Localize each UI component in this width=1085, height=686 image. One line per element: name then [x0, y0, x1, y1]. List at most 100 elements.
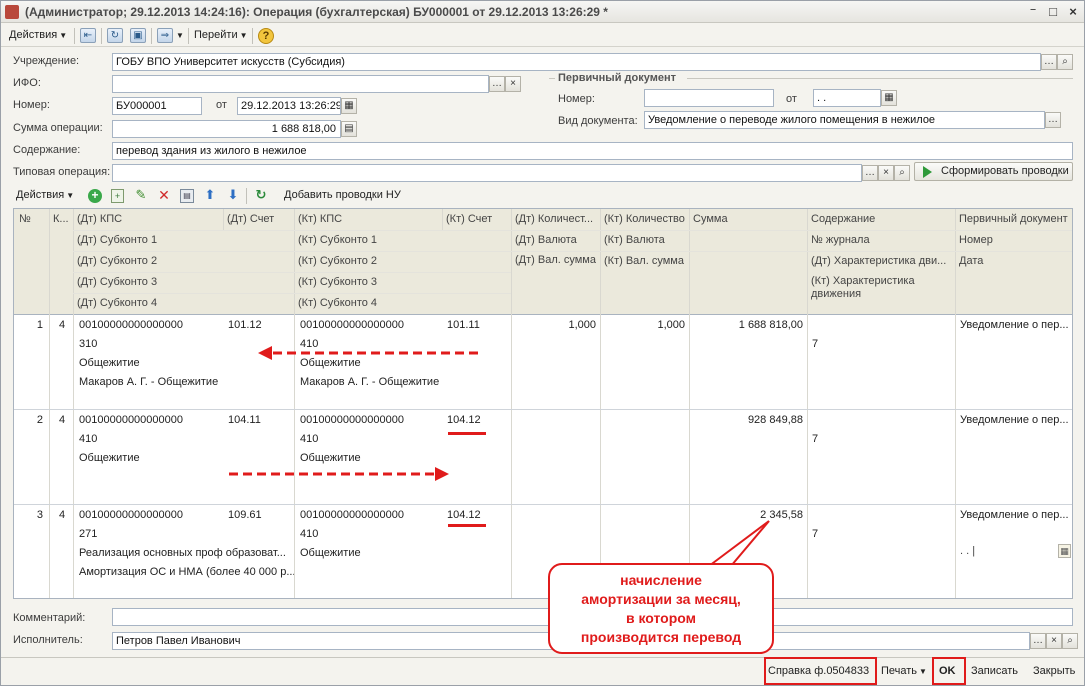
col-header-kt-sub2[interactable]: (Кт) Субконто 2 — [295, 251, 511, 271]
col-header-journal[interactable]: № журнала — [808, 230, 955, 250]
col-header-kt-quantity[interactable]: (Кт) Количество — [601, 209, 689, 229]
primary-doc-number-field[interactable] — [644, 89, 774, 107]
print-menu[interactable]: Печать ▼ — [881, 661, 927, 681]
row-dt-account: 104.11 — [228, 414, 261, 426]
search-icon[interactable]: ⌕ — [1057, 54, 1073, 70]
actions-menu[interactable]: Действия ▼ — [9, 27, 67, 44]
row-dt-account: 109.61 — [228, 509, 262, 521]
search-icon[interactable]: ⌕ — [1062, 633, 1078, 649]
move-up-icon[interactable]: ⬆ — [203, 188, 217, 202]
calendar-icon[interactable]: ▦ — [881, 90, 897, 106]
primary-doc-date-field[interactable]: . . — [813, 89, 881, 107]
row-dt-sub2: Общежитие — [79, 452, 140, 464]
table-row[interactable]: 1 4 00100000000000000 101.12 00100000000… — [14, 315, 1072, 409]
minimize-button[interactable]: ⁻ — [1025, 4, 1041, 20]
col-header-dt-sub4[interactable]: (Дт) Субконто 4 — [74, 293, 294, 313]
clear-icon[interactable]: × — [1046, 633, 1062, 649]
row-kt-sub3: Макаров А. Г. - Общежитие — [300, 376, 440, 388]
maximize-button[interactable]: □ — [1045, 4, 1061, 20]
col-header-dt-sub3[interactable]: (Дт) Субконто 3 — [74, 272, 294, 292]
col-header-content[interactable]: Содержание — [808, 209, 955, 229]
col-header-dt-account[interactable]: (Дт) Счет — [224, 209, 294, 229]
search-icon[interactable]: ⌕ — [894, 165, 910, 181]
calendar-icon[interactable]: ▦ — [341, 98, 357, 114]
edit-row-icon[interactable]: ✎ — [134, 188, 148, 202]
number-field[interactable]: БУ000001 — [112, 97, 202, 115]
based-on-dropdown[interactable]: ▼ — [174, 27, 184, 44]
col-header-kt-sub4[interactable]: (Кт) Субконто 4 — [295, 293, 511, 313]
row-dt-sub1: 410 — [79, 433, 98, 445]
row-kt-account: 104.12 — [447, 509, 481, 521]
add-nu-entries-button[interactable]: Добавить проводки НУ — [284, 187, 401, 204]
help-icon[interactable]: ? — [258, 28, 274, 44]
col-header-k[interactable]: К... — [50, 209, 73, 229]
table-row[interactable]: 2 4 00100000000000000 104.11 00100000000… — [14, 410, 1072, 504]
col-header-kt-sub1[interactable]: (Кт) Субконто 1 — [295, 230, 511, 250]
col-header-dt-sub1[interactable]: (Дт) Субконто 1 — [74, 230, 294, 250]
goto-menu[interactable]: Перейти ▼ — [194, 27, 248, 44]
typical-operation-label: Типовая операция: — [13, 166, 111, 178]
row-dt-kps: 00100000000000000 — [79, 414, 184, 426]
post-and-close-icon[interactable]: ⇤ — [80, 28, 96, 43]
clear-icon[interactable]: × — [878, 165, 894, 181]
refresh-document-icon[interactable]: ↻ — [107, 28, 123, 43]
col-header-dt-sub2[interactable]: (Дт) Субконто 2 — [74, 251, 294, 271]
clear-icon[interactable]: × — [505, 76, 521, 92]
calendar-icon[interactable]: ▦ — [1058, 544, 1071, 558]
save-button[interactable]: Записать — [971, 661, 1018, 681]
table-view-icon[interactable]: ▤ — [180, 189, 194, 203]
col-header-dt-currency-amount[interactable]: (Дт) Вал. сумма — [512, 251, 600, 267]
entries-table[interactable]: № К... (Дт) КПС (Дт) Счет (Кт) КПС (Кт) … — [13, 208, 1073, 599]
grid-actions-menu[interactable]: Действия ▼ — [16, 187, 74, 204]
col-header-kt-account[interactable]: (Кт) Счет — [443, 209, 511, 229]
primary-doc-date-from-label: от — [786, 93, 797, 105]
col-header-amount[interactable]: Сумма — [690, 209, 807, 229]
select-button[interactable]: … — [489, 76, 505, 92]
refresh-entries-icon[interactable]: ↻ — [254, 188, 268, 202]
col-header-dt-currency[interactable]: (Дт) Валюта — [512, 230, 600, 250]
copy-document-icon[interactable]: ▣ — [130, 28, 146, 43]
col-header-kt-currency[interactable]: (Кт) Валюта — [601, 230, 689, 250]
add-row-icon[interactable]: + — [88, 189, 102, 203]
content-field[interactable]: перевод здания из жилого в нежилое — [112, 142, 1073, 160]
doc-type-field[interactable]: Уведомление о переводе жилого помещения … — [644, 111, 1045, 129]
col-header-dt-quantity[interactable]: (Дт) Количест... — [512, 209, 600, 229]
move-down-icon[interactable]: ⬇ — [226, 188, 240, 202]
row-kt-kps: 00100000000000000 — [300, 509, 405, 521]
row-dt-sub2: Реализация основных проф образоват... — [79, 547, 286, 559]
based-on-icon[interactable]: ⇒ — [157, 28, 173, 43]
copy-row-icon[interactable]: + — [111, 189, 124, 203]
row-date-editor[interactable]: . . | — [957, 545, 1057, 557]
col-header-date[interactable]: Дата — [956, 251, 1072, 271]
row-dt-sub3: Макаров А. Г. - Общежитие — [79, 376, 219, 388]
typical-operation-field[interactable] — [112, 164, 862, 182]
col-header-kt-kps[interactable]: (Кт) КПС — [295, 209, 442, 229]
col-header-kt-sub3[interactable]: (Кт) Субконто 3 — [295, 272, 511, 292]
col-header-kt-currency-amount[interactable]: (Кт) Вал. сумма — [601, 251, 689, 271]
window-title: (Администратор; 29.12.2013 14:24:16): Оп… — [25, 5, 608, 19]
generate-entries-button[interactable]: Сформировать проводки — [914, 162, 1073, 181]
date-field[interactable]: 29.12.2013 13:26:29 — [237, 97, 341, 115]
ifo-field[interactable] — [112, 75, 489, 93]
select-button[interactable]: … — [862, 165, 878, 181]
amount-field[interactable]: 1 688 818,00 — [112, 120, 341, 138]
col-header-kt-movement[interactable]: (Кт) Характеристика движения — [808, 272, 955, 301]
primary-doc-title: Первичный документ — [558, 72, 676, 84]
col-header-primary-doc[interactable]: Первичный документ — [956, 209, 1072, 229]
col-header-dt-kps[interactable]: (Дт) КПС — [74, 209, 223, 229]
col-header-num[interactable]: № — [16, 209, 49, 229]
row-dt-account: 101.12 — [228, 319, 262, 331]
delete-row-icon[interactable]: ✕ — [157, 188, 171, 202]
table-row[interactable]: 3 4 00100000000000000 109.61 00100000000… — [14, 505, 1072, 598]
close-window-button[interactable]: × — [1065, 4, 1081, 20]
amount-label: Сумма операции: — [13, 122, 103, 134]
annotation-line: в котором — [625, 610, 697, 626]
close-button[interactable]: Закрыть — [1033, 661, 1075, 681]
select-button[interactable]: … — [1041, 54, 1057, 70]
select-button[interactable]: … — [1030, 633, 1046, 649]
select-button[interactable]: … — [1045, 112, 1061, 128]
calculator-icon[interactable]: ▤ — [341, 121, 357, 137]
institution-field[interactable]: ГОБУ ВПО Университет искусств (Субсидия) — [112, 53, 1041, 71]
col-header-dt-movement[interactable]: (Дт) Характеристика дви... — [808, 251, 955, 271]
col-header-number[interactable]: Номер — [956, 230, 1072, 250]
